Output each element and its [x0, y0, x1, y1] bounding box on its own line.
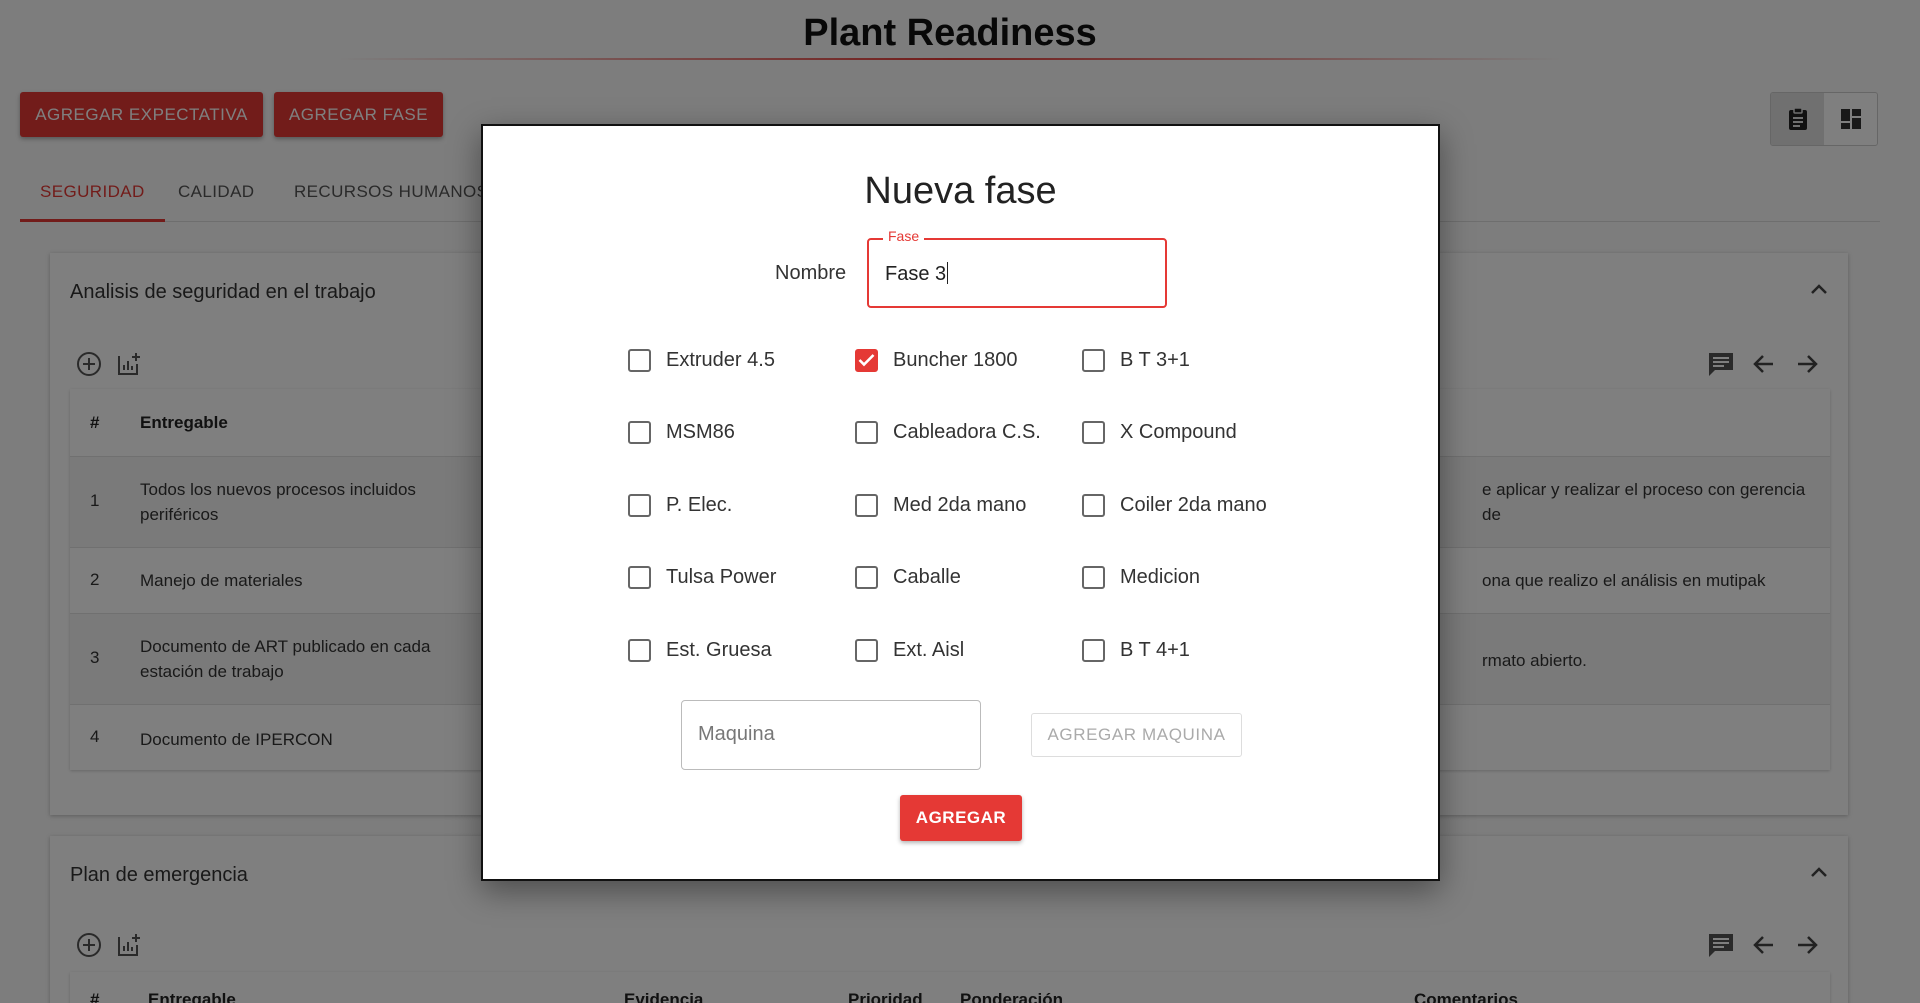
machine-checkbox-est-gruesa[interactable]: Est. Gruesa — [628, 635, 772, 665]
machine-checkbox-medicion[interactable]: Medicion — [1082, 562, 1200, 592]
machine-label: X Compound — [1120, 420, 1237, 443]
checkbox-unchecked-icon[interactable] — [628, 493, 651, 517]
checkbox-unchecked-icon[interactable] — [855, 565, 878, 589]
machine-name-input[interactable] — [698, 701, 968, 767]
machine-label: Est. Gruesa — [666, 638, 772, 661]
machine-label: Coiler 2da mano — [1120, 493, 1267, 516]
checkbox-unchecked-icon[interactable] — [855, 493, 878, 517]
dialog-title: Nueva fase — [864, 170, 1057, 212]
checkbox-unchecked-icon[interactable] — [1082, 638, 1105, 662]
nombre-label: Nombre — [775, 262, 847, 284]
machine-checkbox-coiler-2da-mano[interactable]: Coiler 2da mano — [1082, 490, 1267, 520]
new-phase-dialog: Nueva fase Nombre Fase Fase 3 Extruder 4… — [481, 124, 1440, 881]
machine-checkbox-tulsa-power[interactable]: Tulsa Power — [628, 562, 776, 592]
checkbox-unchecked-icon[interactable] — [855, 638, 878, 662]
machine-label: Medicion — [1120, 565, 1201, 588]
phase-name-input[interactable]: Fase 3 — [885, 262, 949, 286]
submit-phase-button[interactable]: AGREGAR — [900, 795, 1022, 841]
phase-name-value: Fase 3 — [885, 263, 947, 285]
machine-checkbox-buncher-1800[interactable]: Buncher 1800 — [855, 345, 1018, 375]
phase-name-legend: Fase — [883, 228, 925, 244]
machine-checkbox-cableadora-c-s[interactable]: Cableadora C.S. — [855, 417, 1041, 447]
checkbox-unchecked-icon[interactable] — [1082, 420, 1105, 444]
machine-checkbox-x-compound[interactable]: X Compound — [1082, 417, 1237, 447]
checkbox-checked-icon[interactable] — [855, 348, 878, 372]
checkbox-unchecked-icon[interactable] — [1082, 348, 1105, 372]
checkbox-unchecked-icon[interactable] — [628, 565, 651, 589]
machine-label: P. Elec. — [666, 493, 733, 516]
checkbox-unchecked-icon[interactable] — [1082, 565, 1105, 589]
checkbox-unchecked-icon[interactable] — [1082, 493, 1105, 517]
machine-name-field[interactable] — [681, 700, 981, 770]
machine-label: B T 4+1 — [1120, 638, 1190, 661]
machine-label: B T 3+1 — [1120, 348, 1190, 371]
machine-label: Med 2da mano — [893, 493, 1027, 516]
machine-label: Tulsa Power — [666, 565, 777, 588]
phase-name-field[interactable]: Fase Fase 3 — [867, 228, 1167, 308]
checkbox-unchecked-icon[interactable] — [628, 348, 651, 372]
machine-checkbox-med-2da-mano[interactable]: Med 2da mano — [855, 490, 1026, 520]
machine-checkbox-caballe[interactable]: Caballe — [855, 562, 961, 592]
checkbox-unchecked-icon[interactable] — [628, 420, 651, 444]
machine-label: Extruder 4.5 — [666, 348, 775, 371]
machine-checkbox-msm86[interactable]: MSM86 — [628, 417, 735, 447]
machine-label: Buncher 1800 — [893, 348, 1018, 371]
machine-checkbox-b-t-4-1[interactable]: B T 4+1 — [1082, 635, 1190, 665]
machine-checkbox-b-t-3-1[interactable]: B T 3+1 — [1082, 345, 1190, 375]
text-cursor — [947, 262, 949, 284]
checkbox-unchecked-icon[interactable] — [628, 638, 651, 662]
machine-label: Cableadora C.S. — [893, 420, 1041, 443]
machine-label: MSM86 — [666, 420, 735, 443]
machine-label: Ext. Aisl — [893, 638, 965, 661]
machine-checkbox-p-elec[interactable]: P. Elec. — [628, 490, 732, 520]
add-machine-button[interactable]: AGREGAR MAQUINA — [1031, 713, 1242, 757]
checkbox-unchecked-icon[interactable] — [855, 420, 878, 444]
machine-checkbox-extruder-4-5[interactable]: Extruder 4.5 — [628, 345, 775, 375]
machine-label: Caballe — [893, 565, 961, 588]
machine-checkbox-ext-aisl[interactable]: Ext. Aisl — [855, 635, 964, 665]
